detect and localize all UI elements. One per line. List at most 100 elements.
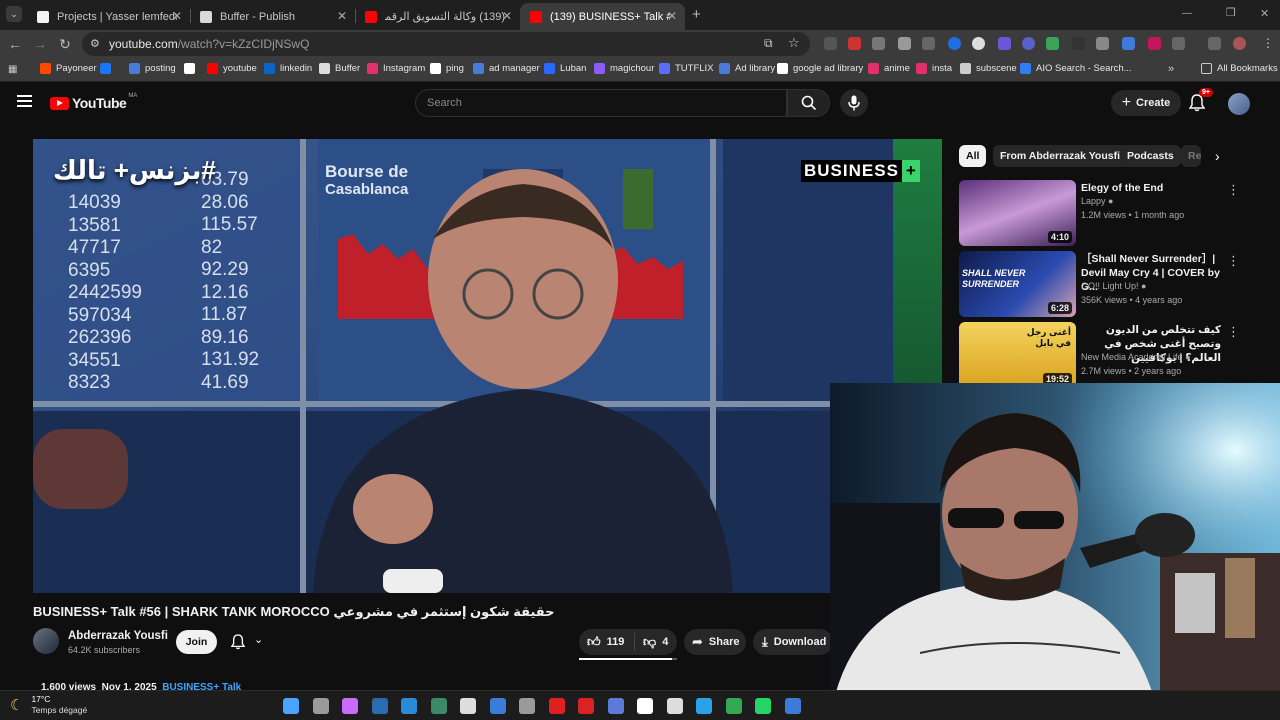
channel-line[interactable]: New Media Academy Life ●	[1081, 352, 1191, 362]
site-info-icon[interactable]: ⚙	[90, 37, 100, 50]
extension-blue-icon[interactable]	[948, 37, 961, 50]
extension-camera-icon[interactable]	[898, 37, 911, 50]
extension-red-icon[interactable]	[848, 37, 861, 50]
app-red-icon[interactable]	[578, 698, 594, 714]
recommendation-item[interactable]: 4:10 Elegy of the End Lappy ● 1.2M views…	[959, 180, 1259, 246]
weather-widget[interactable]: ☾ 17°C Temps dégagé	[10, 694, 87, 716]
video-thumbnail[interactable]: أغنى رجل في بابل 19:52	[959, 322, 1076, 388]
copilot-icon[interactable]	[342, 698, 358, 714]
close-tab-icon[interactable]: ✕	[172, 9, 182, 23]
join-button[interactable]: Join	[176, 630, 217, 654]
app-l-icon[interactable]	[371, 698, 388, 714]
bookmark-item[interactable]: youtube	[207, 63, 257, 74]
task-view-icon[interactable]	[312, 698, 329, 714]
like-button[interactable]: 👍︎ 119	[579, 633, 635, 651]
bookmark-item[interactable]: Ad library	[719, 63, 775, 74]
close-tab-icon[interactable]: ✕	[337, 9, 347, 23]
reload-icon[interactable]: ↻	[56, 35, 74, 53]
bookmark-item[interactable]: subscene	[960, 63, 1017, 74]
extension-dark-icon[interactable]	[1072, 37, 1085, 50]
youtube-logo[interactable]: YouTube MA	[50, 93, 137, 111]
app-note-icon[interactable]	[460, 698, 476, 714]
create-button[interactable]: + Create	[1111, 90, 1181, 116]
extension-globe-icon[interactable]	[1022, 37, 1035, 50]
notifications-button[interactable]: 9+	[1188, 88, 1213, 114]
channel-line[interactable]: Lappy ●	[1081, 196, 1113, 206]
bookmark-item[interactable]: linkedin	[264, 63, 312, 74]
extension-green-icon[interactable]	[1046, 37, 1059, 50]
bookmark-item[interactable]: ad manager	[473, 63, 540, 74]
channel-avatar[interactable]	[33, 628, 59, 654]
extensions-puzzle-icon[interactable]	[1172, 37, 1185, 50]
extension-purple-icon[interactable]	[998, 37, 1011, 50]
extension-lightblue-icon[interactable]	[1122, 37, 1135, 50]
app-leaf-icon[interactable]	[430, 698, 447, 714]
close-tab-icon[interactable]: ✕	[502, 9, 512, 23]
media-controls-icon[interactable]	[1208, 37, 1221, 50]
account-avatar[interactable]	[1228, 93, 1250, 115]
browser-tab-buffer[interactable]: Buffer - Publish ✕	[190, 3, 355, 30]
app-a-icon[interactable]	[401, 698, 417, 714]
bookmark-item[interactable]: posting	[129, 63, 176, 74]
back-arrow-icon[interactable]: ←	[6, 35, 24, 53]
video-thumbnail[interactable]: SHALL NEVER SURRENDER 6:28	[959, 251, 1076, 317]
bookmarks-overflow-icon[interactable]: »	[1168, 63, 1174, 75]
whatsapp-icon[interactable]	[755, 698, 771, 714]
bookmark-item[interactable]: Buffer	[319, 63, 360, 74]
video-player[interactable]: 14039 13581 47717 6395 2442599 597034 262396 34…	[33, 139, 942, 593]
extension-box-icon[interactable]	[872, 37, 885, 50]
chip-related[interactable]: Re	[1181, 145, 1201, 167]
maximize-button[interactable]: ❐	[1226, 6, 1236, 19]
bookmark-item[interactable]: magichour	[594, 63, 654, 74]
bookmark-item[interactable]: anime	[868, 63, 910, 74]
app-wide-icon[interactable]	[784, 698, 801, 714]
tiktok-icon[interactable]	[637, 698, 653, 714]
chip-podcasts[interactable]: Podcasts	[1120, 145, 1181, 167]
bookmark-item[interactable]: Payoneer	[40, 63, 97, 74]
forward-arrow-icon[interactable]: →	[31, 35, 49, 53]
close-tab-icon[interactable]: ✕	[667, 9, 677, 23]
bookmark-star-icon[interactable]: ☆	[788, 35, 800, 51]
bookmark-item[interactable]: AIO Search - Search...	[1020, 63, 1132, 74]
channel-line[interactable]: GO!! Light Up! ●	[1081, 281, 1146, 291]
opera-icon[interactable]	[548, 698, 565, 714]
search-input[interactable]: Search	[415, 89, 787, 117]
recommendation-item[interactable]: أغنى رجل في بابل 19:52 كيف تتخلص من الدي…	[959, 322, 1259, 388]
chips-next-chevron-icon[interactable]: ›	[1215, 148, 1220, 164]
chip-all[interactable]: All	[959, 145, 987, 167]
minimize-button[interactable]: —	[1182, 8, 1192, 19]
chrome-icon[interactable]	[725, 698, 742, 714]
hamburger-menu-icon[interactable]	[17, 95, 32, 107]
extension-white-icon[interactable]	[972, 37, 985, 50]
new-tab-button[interactable]: +	[692, 6, 701, 23]
bookmark-item[interactable]: Instagram	[367, 63, 425, 74]
bookmark-item[interactable]	[100, 63, 116, 74]
browser-tab-projects[interactable]: Projects | Yasser lemfeddel's W ✕	[27, 3, 190, 30]
more-actions-icon[interactable]: ⋮	[1227, 324, 1240, 340]
channel-name-link[interactable]: Abderrazak Yousfi	[68, 630, 168, 642]
start-icon[interactable]	[283, 698, 299, 714]
more-actions-icon[interactable]: ⋮	[1227, 253, 1240, 269]
download-button[interactable]: ⤓ Download	[753, 629, 833, 655]
subscribe-notification-button[interactable]: ⌄	[224, 630, 274, 654]
close-window-button[interactable]: ✕	[1260, 7, 1269, 20]
chip-from-channel[interactable]: From Abderrazak Yousfi	[993, 145, 1128, 167]
video-thumbnail[interactable]: 4:10	[959, 180, 1076, 246]
store-icon[interactable]	[489, 698, 506, 714]
extension-code-icon[interactable]	[922, 37, 935, 50]
profile-avatar-icon[interactable]	[1233, 37, 1246, 50]
browser-tab-agency[interactable]: (139) وكالة التسويق الرقمي كيف ✕	[355, 3, 520, 30]
tab-search-button[interactable]: ⌄	[6, 6, 22, 22]
bookmark-item[interactable]: google ad library	[777, 63, 863, 74]
all-bookmarks-folder[interactable]: All Bookmarks	[1201, 63, 1278, 74]
browser-tab-business-talk[interactable]: (139) BUSINESS+ Talk #56 | SH ✕	[520, 3, 685, 30]
extension-fx-icon[interactable]	[824, 37, 837, 50]
app-round-icon[interactable]	[607, 698, 624, 714]
extension-crop-icon[interactable]	[1096, 37, 1109, 50]
apps-grid-icon[interactable]: ▦	[8, 64, 17, 75]
video-title[interactable]: Elegy of the End	[1081, 181, 1221, 195]
bookmark-item[interactable]: insta	[916, 63, 952, 74]
bookmark-item[interactable]: ping	[430, 63, 464, 74]
chrome-menu-icon[interactable]: ⋮	[1262, 36, 1274, 50]
recommendation-item[interactable]: SHALL NEVER SURRENDER 6:28 ［Shall Never …	[959, 251, 1259, 317]
